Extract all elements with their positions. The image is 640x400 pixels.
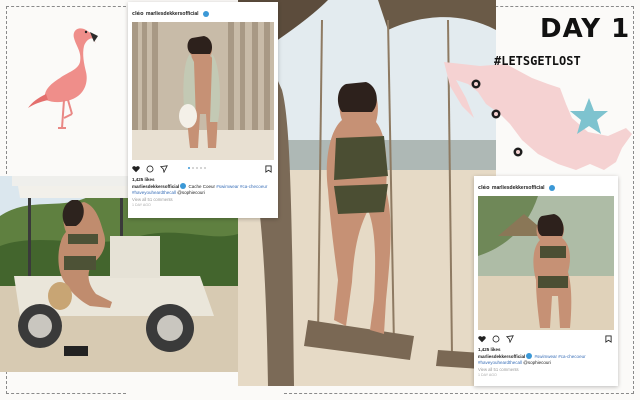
hashtag-title: #LETSGETLOST	[494, 54, 581, 68]
post-image-scene	[132, 22, 274, 160]
post-time: 1 DAY AGO	[132, 203, 151, 207]
post-image-scene	[478, 196, 614, 330]
caption-username[interactable]: marliesdekkersofficial	[132, 184, 179, 189]
post-caption: marliesdekkersofficial #swimwear #ca-che…	[478, 353, 614, 366]
collage-canvas: cléo marliesdekkersofficial 1,425 likes …	[0, 0, 640, 400]
caption-mention[interactable]: @sophiecouri	[176, 190, 205, 195]
view-comments-link[interactable]: View all 51 comments	[478, 367, 614, 372]
verified-icon	[548, 185, 555, 191]
comment-icon[interactable]	[492, 335, 500, 343]
comment-icon[interactable]	[146, 165, 154, 173]
post-actions	[478, 332, 614, 346]
post-time: 1 DAY AGO	[478, 373, 497, 377]
post-image[interactable]	[478, 196, 614, 330]
share-icon[interactable]	[160, 165, 168, 173]
carousel-dot	[192, 167, 194, 169]
post-username[interactable]: marliesdekkersofficial	[492, 185, 545, 191]
post-caption: marliesdekkersofficial Cache Coeur #swim…	[132, 183, 274, 196]
heart-icon[interactable]	[478, 335, 486, 343]
carousel-dot	[204, 167, 206, 169]
carousel-dot	[188, 167, 190, 169]
carousel-dots	[188, 167, 206, 169]
verified-icon	[526, 353, 533, 359]
carousel-dot	[196, 167, 198, 169]
likes-count: 1,425 likes	[132, 177, 155, 182]
likes-count: 1,425 likes	[478, 347, 501, 352]
brand-logo: cléo	[132, 10, 144, 17]
verified-icon	[180, 183, 187, 189]
post-image[interactable]	[132, 22, 274, 160]
post-header: cléo marliesdekkersofficial	[478, 180, 614, 196]
verified-icon	[202, 11, 209, 17]
caption-mention[interactable]: @sophiecouri	[522, 360, 551, 365]
view-comments-link[interactable]: View all 51 comments	[132, 197, 274, 202]
post-username[interactable]: marliesdekkersofficial	[146, 11, 199, 17]
caption-username[interactable]: marliesdekkersofficial	[478, 354, 525, 359]
heart-icon[interactable]	[132, 165, 140, 173]
day-title: DAY 1	[540, 14, 631, 44]
brand-logo: cléo	[478, 184, 490, 191]
post-actions	[132, 162, 274, 176]
instagram-post-card[interactable]: cléo marliesdekkersofficial 1,425 likes …	[128, 2, 278, 218]
starfish-illustration	[570, 98, 608, 134]
post-header: cléo marliesdekkersofficial	[132, 6, 274, 22]
carousel-dot	[200, 167, 202, 169]
flamingo-illustration	[28, 28, 98, 129]
instagram-post-card[interactable]: cléo marliesdekkersofficial 1,425 likes	[474, 176, 618, 386]
share-icon[interactable]	[506, 335, 514, 343]
save-icon[interactable]	[265, 165, 272, 173]
save-icon[interactable]	[605, 335, 612, 343]
caption-text: Cache Coeur	[187, 184, 217, 189]
